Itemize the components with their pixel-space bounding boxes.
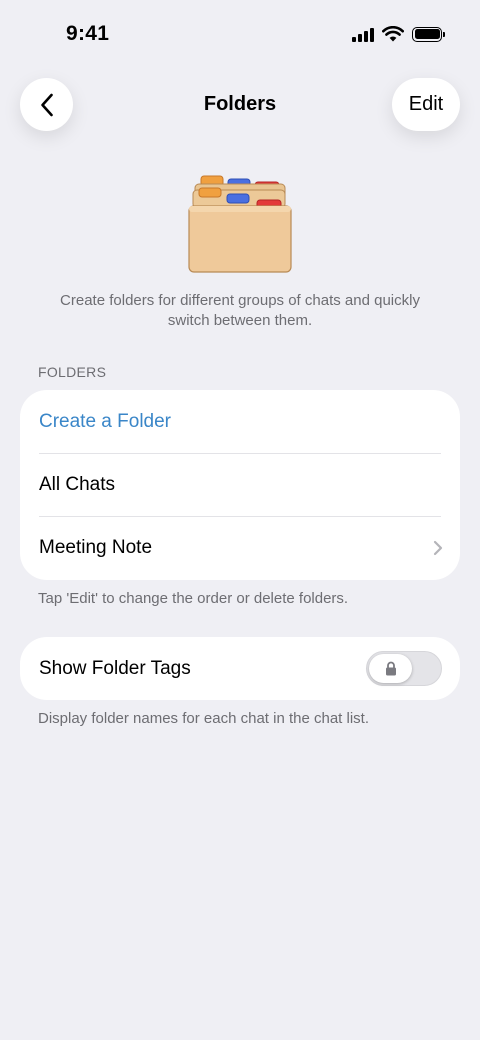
- toggle-knob: [369, 654, 412, 683]
- status-time: 9:41: [66, 22, 110, 45]
- show-folder-tags-toggle[interactable]: [366, 651, 442, 686]
- wifi-icon: [382, 26, 404, 42]
- show-folder-tags-label: Show Folder Tags: [39, 657, 191, 679]
- status-icons: [352, 26, 445, 42]
- folder-row-all-chats[interactable]: All Chats: [20, 453, 460, 516]
- folders-footer-text: Tap 'Edit' to change the order or delete…: [38, 590, 349, 607]
- folder-tags-card: Show Folder Tags: [20, 637, 460, 700]
- folders-list: Create a Folder All Chats Meeting Note: [20, 390, 460, 580]
- battery-icon: [412, 26, 445, 42]
- folder-label: All Chats: [39, 473, 116, 495]
- create-folder-label: Create a Folder: [39, 410, 172, 432]
- intro-text: Create folders for different groups of c…: [60, 292, 420, 329]
- folder-row-meeting-note[interactable]: Meeting Note: [20, 516, 460, 579]
- lock-icon: [385, 661, 396, 676]
- folder-tags-footer-text: Display folder names for each chat in th…: [38, 710, 369, 727]
- folders-section-header: FOLDERS: [38, 364, 107, 380]
- chevron-right-icon: [433, 540, 443, 555]
- folder-label: Meeting Note: [39, 536, 153, 558]
- signal-icon: [352, 27, 374, 42]
- folders-settings-screen: 9:41 Folders Edit Create folders for dif…: [0, 0, 480, 1040]
- status-bar: 9:41: [0, 0, 480, 70]
- file-folders-icon: [188, 175, 292, 273]
- edit-button[interactable]: Edit: [392, 78, 460, 131]
- create-folder-button[interactable]: Create a Folder: [20, 390, 460, 453]
